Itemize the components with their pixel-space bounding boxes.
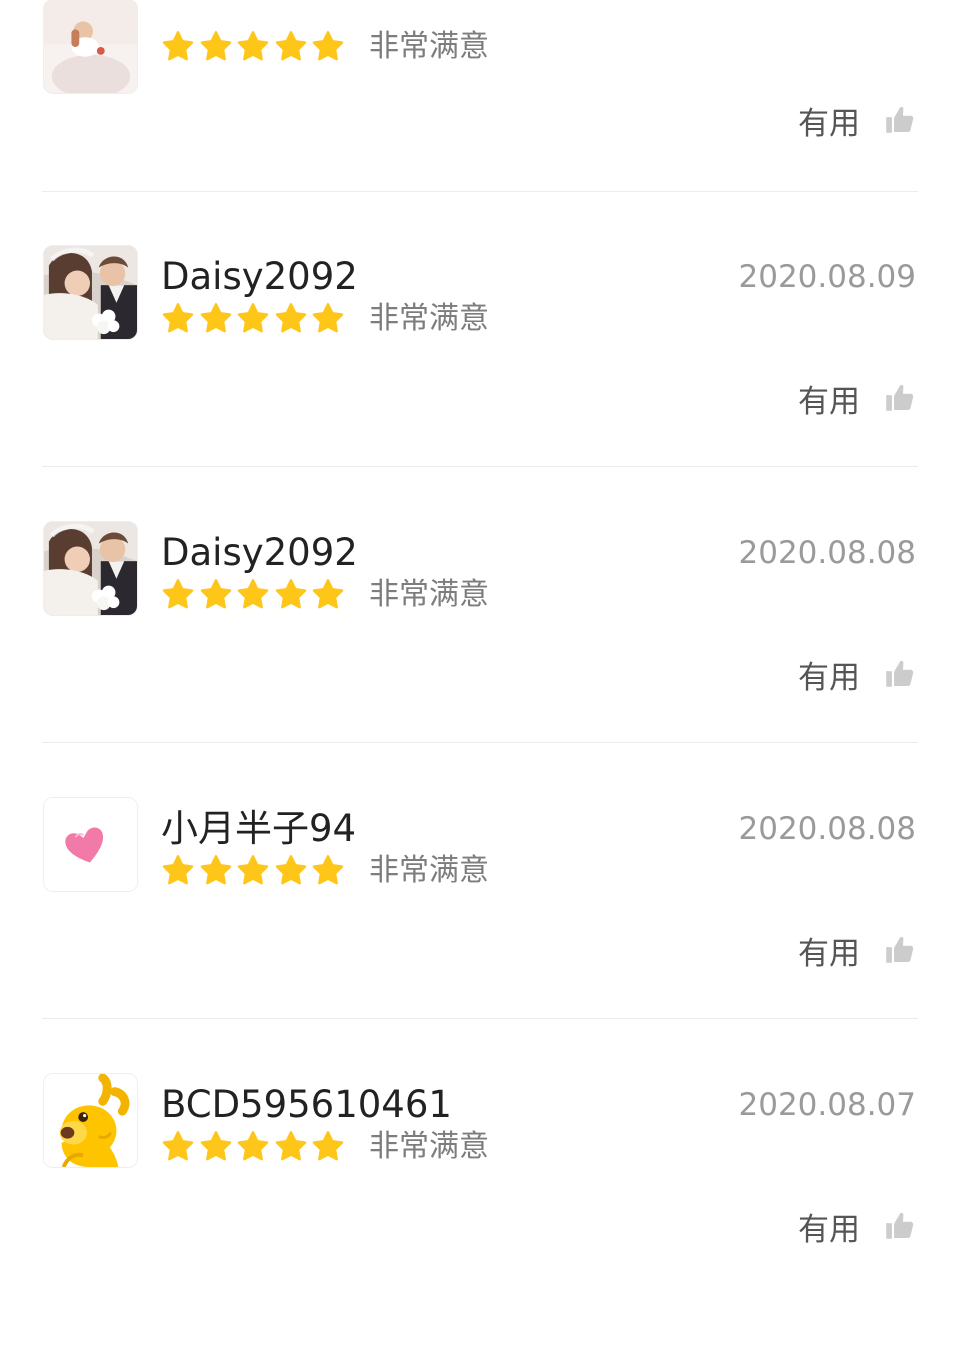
pink-heart-image [44,798,137,891]
star-icon [160,853,196,889]
review-username[interactable]: BCD595610461 [161,1083,452,1127]
star-icon [310,301,346,337]
rating-text: 非常满意 [369,1129,489,1164]
thumbs-up-icon [882,933,916,967]
star-icon [160,1129,196,1165]
star-icon [310,853,346,889]
helpful-button[interactable]: 有用 [798,97,916,143]
star-icon [310,577,346,613]
review-item: Daisy2092 2020.08.08 非常满意 有用 [0,521,960,797]
star-icon [273,853,309,889]
star-icon [235,1129,271,1165]
star-icon [235,577,271,613]
rating-text: 非常满意 [369,577,489,612]
helpful-label: 有用 [798,383,860,420]
avatar-pink-heart[interactable] [43,797,138,892]
review-username[interactable]: 小月半子94 [161,807,356,851]
rating-text: 非常满意 [369,301,489,336]
star-icon [198,29,234,65]
wedding-photo-image [44,522,137,615]
review-item: 非常满意 有用 [0,0,960,142]
review-username[interactable]: Daisy2092 [161,255,358,299]
star-icon [198,853,234,889]
helpful-label: 有用 [798,105,860,142]
star-icon [273,29,309,65]
review-date: 2020.08.09 [738,259,917,295]
star-icon [273,301,309,337]
helpful-button[interactable]: 有用 [798,927,916,973]
review-date: 2020.08.08 [738,811,917,847]
helpful-button[interactable]: 有用 [798,375,916,421]
star-rating [160,853,348,889]
review-item: BCD595610461 2020.08.07 非常满意 有用 [0,1073,960,1349]
star-icon [235,301,271,337]
star-icon [310,1129,346,1165]
star-icon [160,577,196,613]
review-list: 非常满意 有用 Daisy2092 2020.08.09 非常满意 有用 Dai… [0,0,960,1280]
yellow-kangaroo-image [44,1074,137,1167]
baby-photo-image [44,0,137,93]
helpful-label: 有用 [798,935,860,972]
thumbs-up-icon [882,1209,916,1243]
helpful-label: 有用 [798,659,860,696]
divider [42,1018,918,1019]
review-date: 2020.08.08 [738,535,917,571]
review-item: Daisy2092 2020.08.09 非常满意 有用 [0,245,960,521]
avatar-yellow-kangaroo[interactable] [43,1073,138,1168]
thumbs-up-icon [882,381,916,415]
avatar-wedding-photo[interactable] [43,521,138,616]
thumbs-up-icon [882,103,916,137]
star-icon [160,29,196,65]
divider [42,191,918,192]
wedding-photo-image [44,246,137,339]
star-icon [235,29,271,65]
star-icon [198,301,234,337]
avatar-baby-photo[interactable] [43,0,138,94]
star-icon [198,577,234,613]
helpful-button[interactable]: 有用 [798,1203,916,1249]
thumbs-up-icon [882,657,916,691]
divider [42,742,918,743]
star-rating [160,577,348,613]
rating-text: 非常满意 [369,29,489,64]
star-icon [198,1129,234,1165]
star-icon [273,1129,309,1165]
star-icon [235,853,271,889]
avatar-wedding-photo[interactable] [43,245,138,340]
star-rating [160,29,348,65]
star-icon [310,29,346,65]
helpful-label: 有用 [798,1211,860,1248]
helpful-button[interactable]: 有用 [798,651,916,697]
rating-text: 非常满意 [369,853,489,888]
divider [42,466,918,467]
star-icon [160,301,196,337]
review-item: 小月半子94 2020.08.08 非常满意 有用 [0,797,960,1073]
star-icon [273,577,309,613]
review-date: 2020.08.07 [738,1087,917,1123]
star-rating [160,301,348,337]
star-rating [160,1129,348,1165]
review-username[interactable]: Daisy2092 [161,531,358,575]
